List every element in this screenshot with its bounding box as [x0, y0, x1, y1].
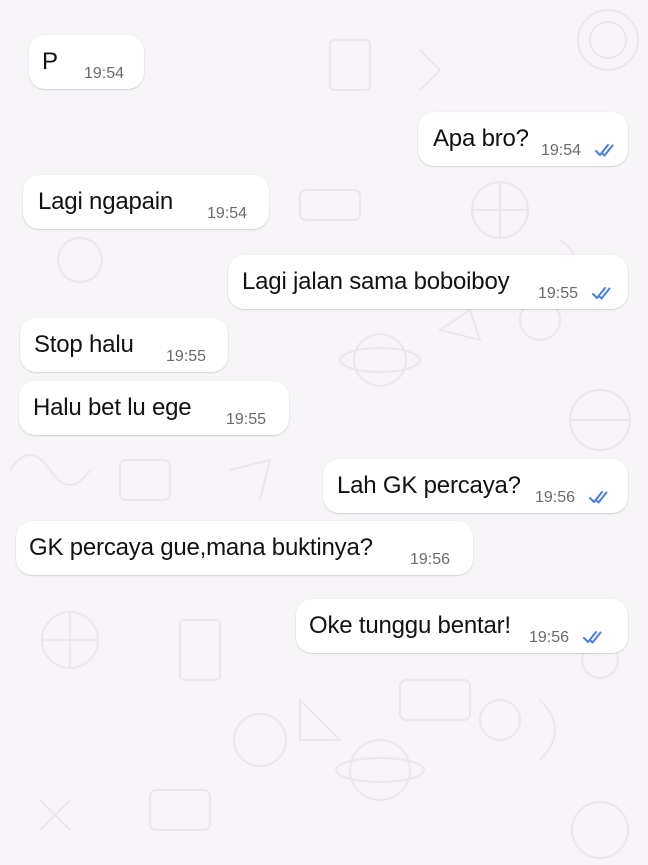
message-outgoing[interactable]: Lah GK percaya? 19:56: [323, 459, 628, 513]
message-outgoing[interactable]: Lagi jalan sama boboiboy 19:55: [228, 255, 628, 309]
message-text: Lah GK percaya?: [337, 472, 521, 499]
message-time: 19:54: [207, 205, 248, 222]
message-time: 19:56: [535, 489, 576, 506]
message-time: 19:55: [538, 285, 579, 302]
message-incoming[interactable]: P 19:54: [29, 35, 144, 89]
message-time: 19:56: [529, 629, 570, 646]
message-incoming[interactable]: Stop halu 19:55: [20, 318, 228, 372]
message-text: Oke tunggu bentar!: [309, 612, 511, 639]
message-time: 19:56: [410, 551, 451, 568]
message-text: Lagi ngapain: [38, 188, 174, 215]
message-text: GK percaya gue,mana buktinya?: [29, 534, 373, 561]
message-text: Stop halu: [34, 331, 134, 358]
message-incoming[interactable]: Halu bet lu ege 19:55: [19, 381, 289, 435]
chat-area: P 19:54 Apa bro? 19:54 Lagi ngapain 19:5…: [0, 0, 648, 865]
message-text: Apa bro?: [433, 125, 529, 152]
message-time: 19:54: [541, 142, 582, 159]
read-ticks-icon: [589, 491, 608, 504]
message-outgoing[interactable]: Apa bro? 19:54: [418, 112, 628, 166]
message-text: Halu bet lu ege: [33, 394, 192, 421]
message-incoming[interactable]: Lagi ngapain 19:54: [23, 175, 269, 229]
message-incoming[interactable]: GK percaya gue,mana buktinya? 19:56: [16, 521, 473, 575]
read-ticks-icon: [592, 287, 611, 300]
message-time: 19:55: [226, 411, 267, 428]
message-time: 19:55: [166, 348, 207, 365]
message-time: 19:54: [84, 65, 125, 82]
read-ticks-icon: [583, 631, 602, 644]
message-text: Lagi jalan sama boboiboy: [242, 268, 510, 295]
message-text: P: [42, 48, 58, 75]
read-ticks-icon: [595, 144, 614, 157]
message-outgoing[interactable]: Oke tunggu bentar! 19:56: [296, 599, 628, 653]
